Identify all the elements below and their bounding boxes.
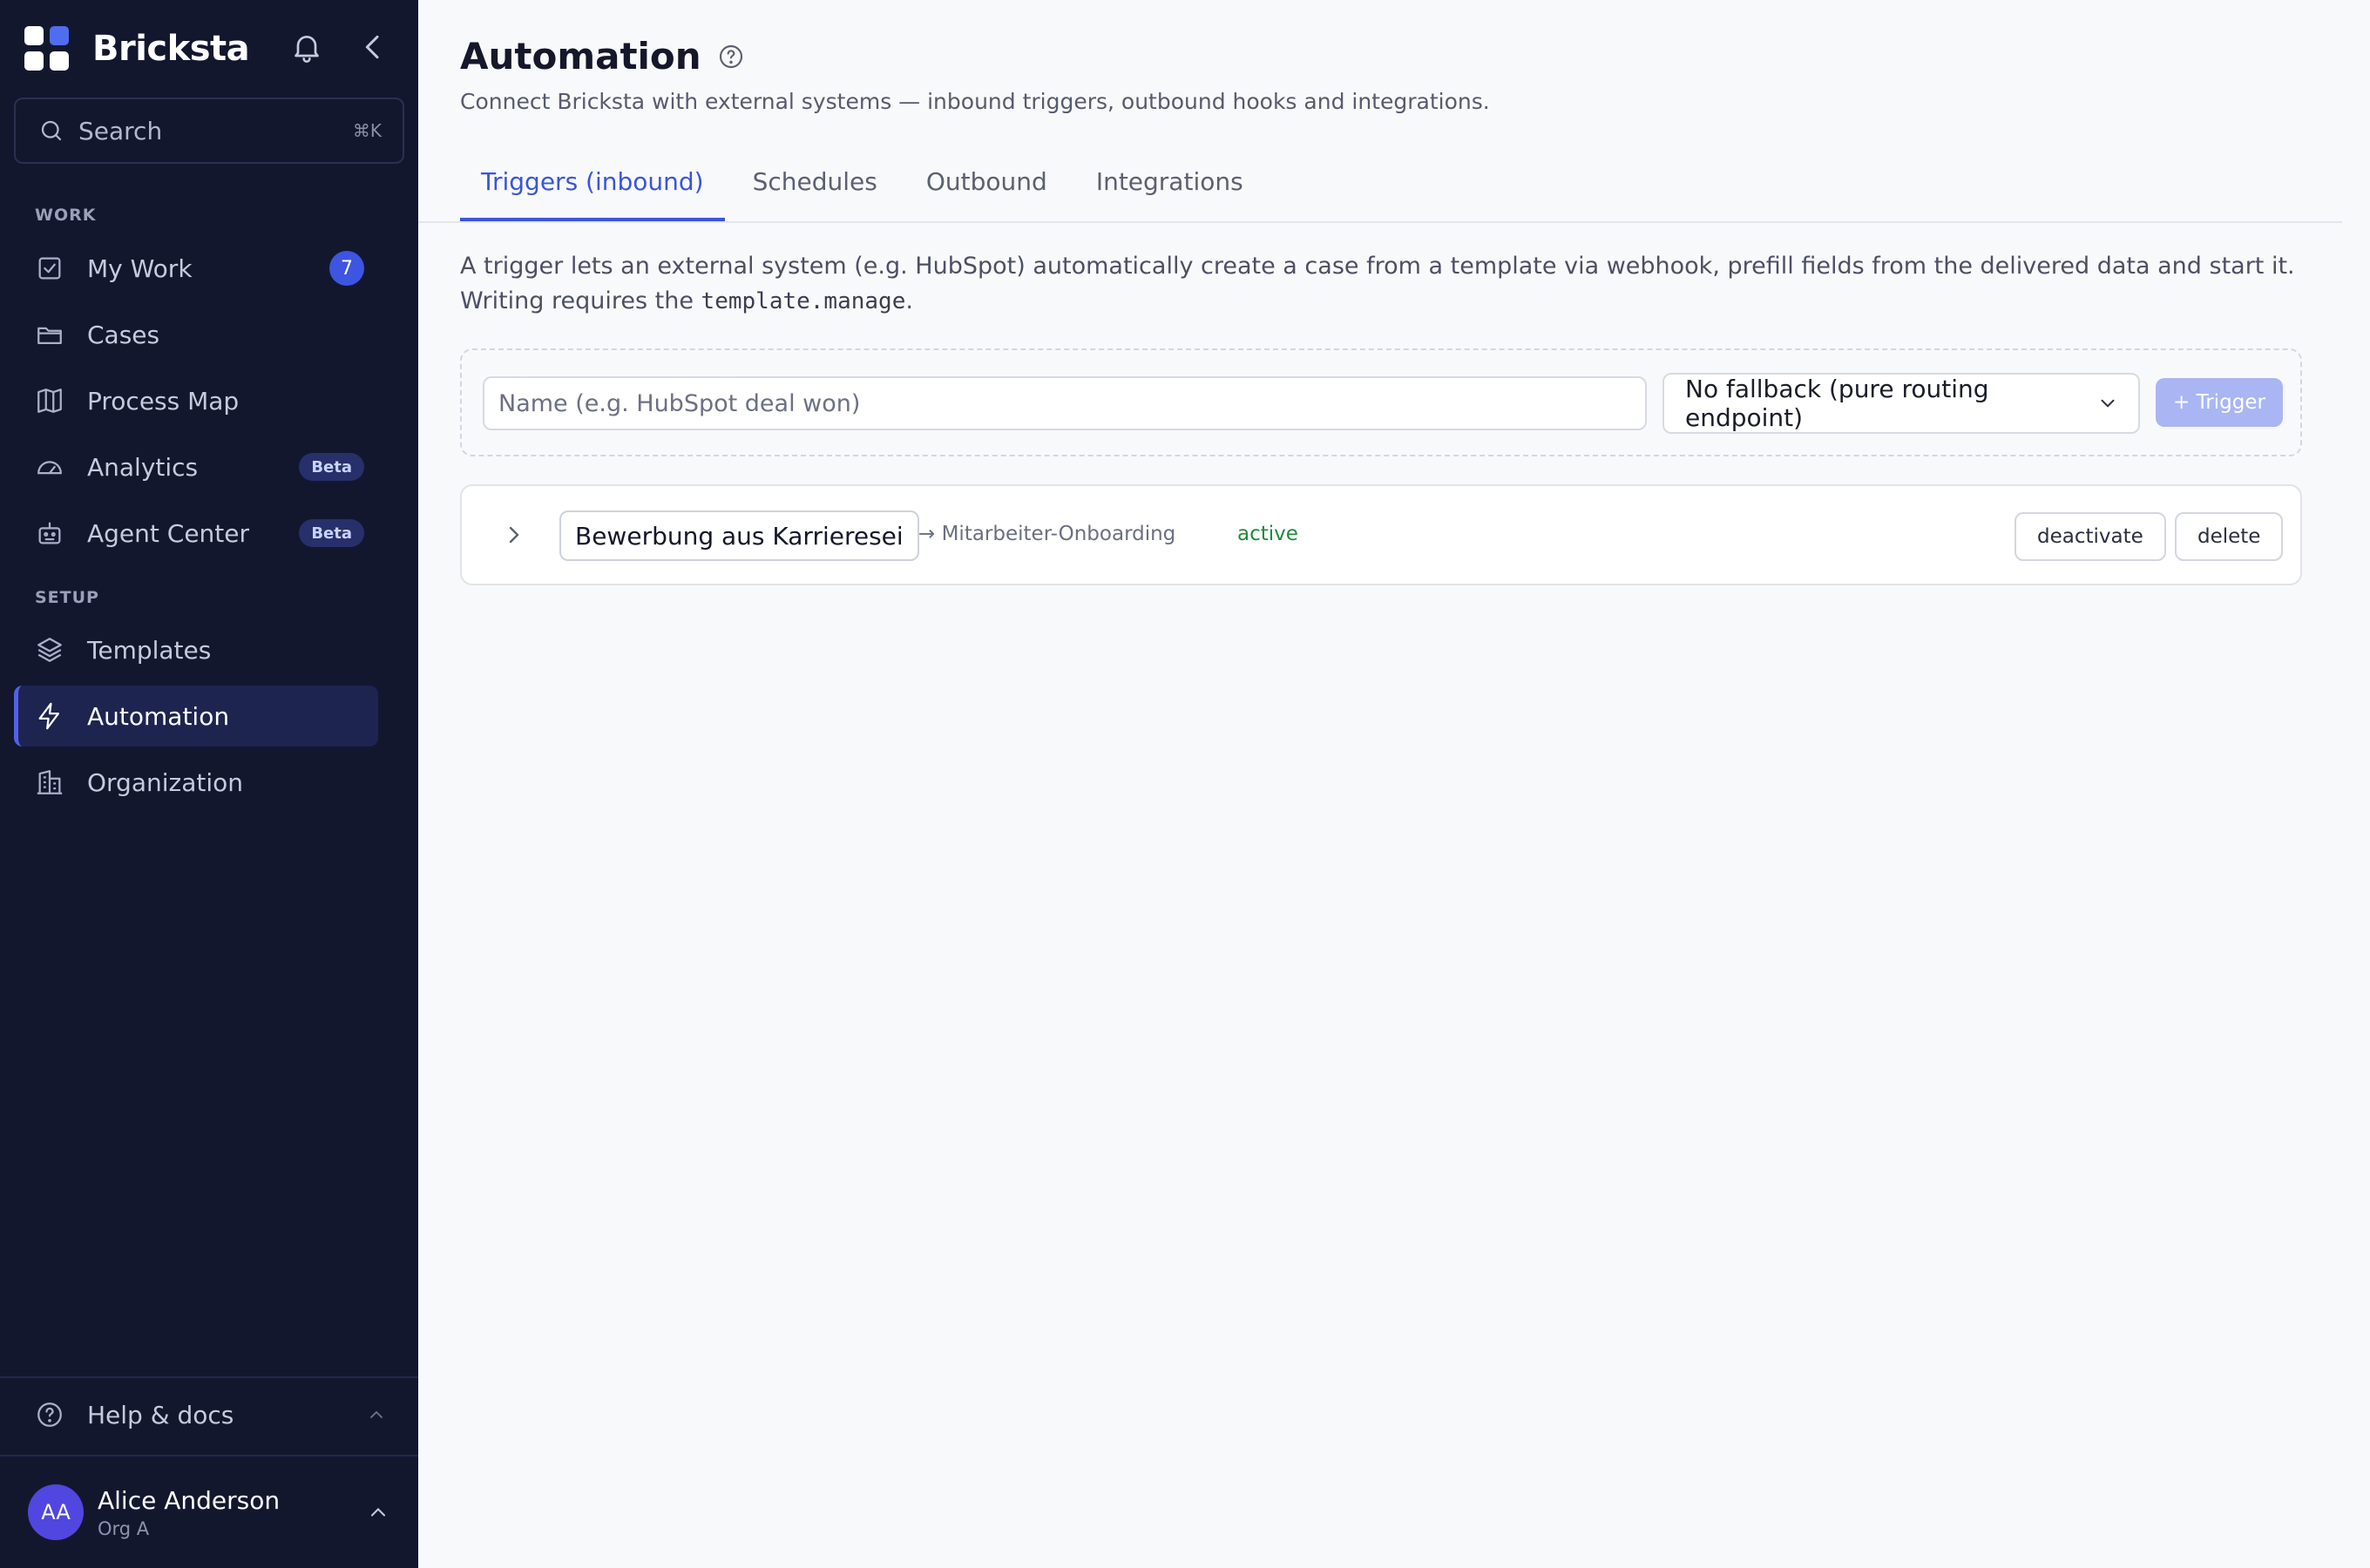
sidebar-divider xyxy=(0,1455,418,1456)
brand[interactable]: Bricksta xyxy=(24,24,250,73)
beta-badge: Beta xyxy=(299,519,364,547)
user-name: Alice Anderson xyxy=(98,1485,281,1515)
chevron-right-icon[interactable] xyxy=(500,521,528,549)
main-content: Automation Connect Bricksta with externa… xyxy=(418,0,2370,1568)
tab-integrations[interactable]: Integrations xyxy=(1075,153,1264,221)
avatar: AA xyxy=(28,1484,84,1540)
sidebar-item-label: My Work xyxy=(87,253,193,283)
tab-schedules[interactable]: Schedules xyxy=(732,153,898,221)
sidebar-item-label: Automation xyxy=(87,701,230,731)
fallback-select[interactable]: No fallback (pure routing endpoint) xyxy=(1662,373,2140,434)
folder-icon xyxy=(35,320,64,349)
sidebar-item-label: Process Map xyxy=(87,386,240,416)
search-icon xyxy=(41,120,62,141)
help-circle-icon xyxy=(37,1402,62,1427)
sidebar-item-my-work[interactable]: My Work 7 xyxy=(14,238,378,299)
sidebar-item-label: Organization xyxy=(87,767,244,797)
search-label: Search xyxy=(78,116,163,145)
sidebar-item-analytics[interactable]: Analytics Beta xyxy=(14,436,378,497)
description-end: . xyxy=(905,287,913,314)
sidebar-item-organization[interactable]: Organization xyxy=(14,752,378,813)
sidebar-item-templates[interactable]: Templates xyxy=(14,619,378,680)
trigger-row: Bewerbung aus Karrieresei → Mitarbeiter-… xyxy=(460,484,2302,585)
user-org: Org A xyxy=(98,1517,150,1539)
bell-icon[interactable] xyxy=(289,30,324,64)
count-badge: 7 xyxy=(329,251,364,286)
sidebar-item-process-map[interactable]: Process Map xyxy=(14,370,378,431)
sidebar-item-agent-center[interactable]: Agent Center Beta xyxy=(14,503,378,564)
delete-button[interactable]: delete xyxy=(2175,512,2284,561)
chevron-down-icon xyxy=(2101,399,2115,408)
collapse-sidebar-icon[interactable] xyxy=(356,30,390,64)
section-label-setup: SETUP xyxy=(35,588,99,607)
deactivate-button[interactable]: deactivate xyxy=(2014,512,2166,561)
help-docs-label: Help & docs xyxy=(87,1400,234,1429)
help-docs-toggle[interactable]: Help & docs xyxy=(35,1396,387,1434)
sidebar: Bricksta Search ⌘K WORK My Work 7 Cases … xyxy=(0,0,418,1568)
sidebar-item-label: Agent Center xyxy=(87,518,250,548)
tabs-divider xyxy=(418,221,2342,223)
status-badge: active xyxy=(1237,523,1298,545)
page-subtitle: Connect Bricksta with external systems —… xyxy=(460,89,1490,114)
bolt-icon xyxy=(35,701,64,731)
tab-outbound[interactable]: Outbound xyxy=(905,153,1068,221)
search-shortcut: ⌘K xyxy=(352,120,382,141)
trigger-description: A trigger lets an external system (e.g. … xyxy=(460,249,2360,319)
chevron-up-icon xyxy=(370,1508,386,1517)
add-trigger-button[interactable]: + Trigger xyxy=(2156,378,2283,427)
sidebar-item-cases[interactable]: Cases xyxy=(14,304,378,365)
bricksta-logo-icon xyxy=(24,26,70,71)
section-label-work: WORK xyxy=(35,206,97,225)
new-trigger-form: No fallback (pure routing endpoint) + Tr… xyxy=(460,348,2302,456)
permission-code: template.manage xyxy=(701,288,906,314)
fallback-selected-value: No fallback (pure routing endpoint) xyxy=(1685,375,1989,432)
gauge-icon xyxy=(35,452,64,482)
beta-badge: Beta xyxy=(299,453,364,481)
checkbox-icon xyxy=(35,253,64,283)
building-icon xyxy=(35,767,64,797)
layers-icon xyxy=(35,635,64,665)
sidebar-divider xyxy=(0,1376,418,1378)
sidebar-item-label: Cases xyxy=(87,320,160,349)
trigger-name-input[interactable] xyxy=(483,376,1647,430)
page-title: Automation xyxy=(460,35,745,78)
trigger-name-field[interactable]: Bewerbung aus Karrieresei xyxy=(559,510,919,561)
tab-bar: Triggers (inbound) Schedules Outbound In… xyxy=(460,153,1271,221)
brand-name: Bricksta xyxy=(92,29,250,69)
user-menu[interactable]: AA Alice Anderson Org A xyxy=(28,1484,390,1540)
search-box[interactable]: Search ⌘K xyxy=(14,98,404,164)
sidebar-item-label: Analytics xyxy=(87,452,199,482)
help-icon[interactable] xyxy=(717,43,745,71)
sidebar-item-automation[interactable]: Automation xyxy=(14,686,378,747)
trigger-target-template: → Mitarbeiter-Onboarding xyxy=(918,523,1176,545)
chevron-up-icon xyxy=(370,1410,383,1418)
robot-icon xyxy=(35,518,64,548)
page-title-text: Automation xyxy=(460,35,701,78)
tab-triggers-inbound[interactable]: Triggers (inbound) xyxy=(460,153,725,221)
map-icon xyxy=(35,386,64,416)
sidebar-item-label: Templates xyxy=(87,635,212,665)
